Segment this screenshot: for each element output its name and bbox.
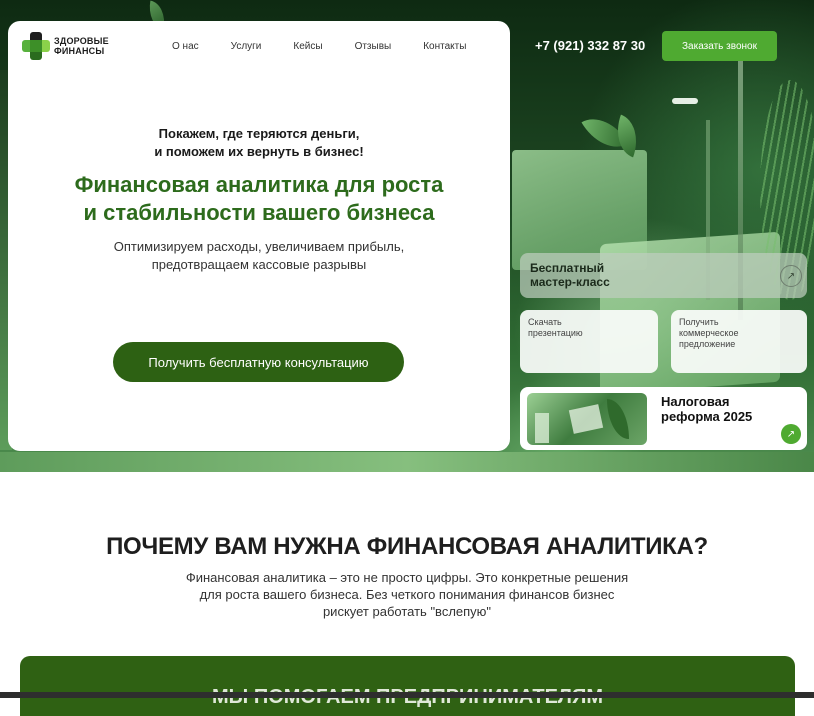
- tax-reform-tile[interactable]: Налоговая реформа 2025 ↗: [520, 387, 807, 450]
- section-description: Финансовая аналитика – это не просто циф…: [185, 570, 629, 619]
- bottom-strip: [0, 692, 814, 698]
- decor-stripe: [0, 452, 814, 472]
- tax-reform-label: Налоговая реформа 2025: [661, 394, 753, 424]
- hero-title: Финансовая аналитика для роста и стабиль…: [74, 172, 444, 225]
- help-section-banner: МЫ ПОМОГАЕМ ПРЕДПРИНИМАТЕЛЯМ: [20, 656, 795, 716]
- section-title: ПОЧЕМУ ВАМ НУЖНА ФИНАНСОВАЯ АНАЛИТИКА?: [106, 533, 708, 560]
- hero-description: Оптимизируем расходы, увеличиваем прибыл…: [113, 239, 405, 272]
- logo-cross-icon: [22, 32, 50, 60]
- decor-bar: [672, 98, 698, 104]
- presentation-label: Скачать презентацию: [528, 317, 583, 338]
- commercial-offer-tile[interactable]: Получить коммерческое предложение: [671, 310, 807, 373]
- phone-number-link[interactable]: +7 (921) 332 87 30: [535, 38, 645, 53]
- logo-text: ЗДОРОВЫЕ ФИНАНСЫ: [54, 36, 109, 56]
- download-presentation-tile[interactable]: Скачать презентацию: [520, 310, 658, 373]
- arrow-up-right-icon[interactable]: ↗: [781, 424, 801, 444]
- free-consultation-button[interactable]: Получить бесплатную консультацию: [113, 342, 404, 382]
- main-nav: О нас Услуги Кейсы Отзывы Контакты: [172, 41, 498, 52]
- masterclass-tile[interactable]: Бесплатный мастер-класс ↗: [520, 253, 807, 298]
- nav-item-reviews[interactable]: Отзывы: [355, 41, 392, 52]
- offer-label: Получить коммерческое предложение: [679, 317, 739, 349]
- nav-item-about[interactable]: О нас: [172, 41, 199, 52]
- arrow-up-right-icon[interactable]: ↗: [780, 265, 802, 287]
- tax-reform-image: [527, 393, 647, 445]
- nav-item-cases[interactable]: Кейсы: [293, 41, 322, 52]
- masterclass-label: Бесплатный мастер-класс: [530, 261, 610, 289]
- logo[interactable]: ЗДОРОВЫЕ ФИНАНСЫ: [22, 32, 109, 60]
- nav-item-contacts[interactable]: Контакты: [423, 41, 466, 52]
- hero-subtitle: Покажем, где теряются деньги, и поможем …: [154, 126, 364, 159]
- hero-card: ЗДОРОВЫЕ ФИНАНСЫ О нас Услуги Кейсы Отзы…: [8, 21, 510, 451]
- order-call-button[interactable]: Заказать звонок: [662, 31, 777, 61]
- nav-item-services[interactable]: Услуги: [231, 41, 262, 52]
